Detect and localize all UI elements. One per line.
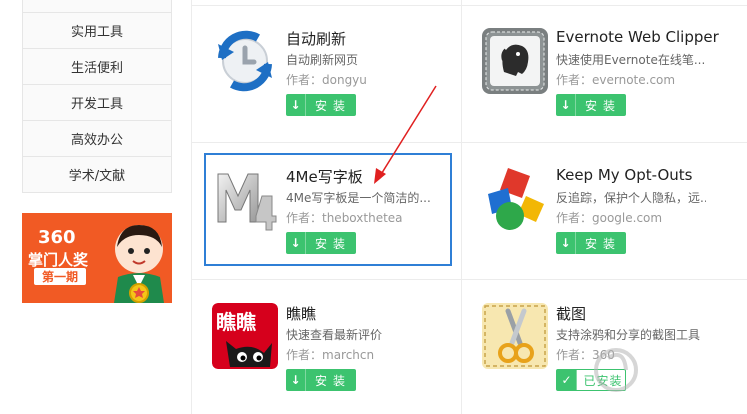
download-arrow-icon: ↓ [286,369,306,391]
extension-author: 作者：evernote.com [556,73,676,87]
banner-subtitle: 第一期 [34,268,87,285]
extension-description: 反追踪，保护个人隐私，远... [556,191,706,205]
grid-divider [191,5,747,6]
extension-description: 自动刷新网页 [286,53,359,67]
svg-text:瞧瞧: 瞧瞧 [216,310,256,334]
sidebar-item-office[interactable]: 高效办公 [22,121,172,157]
sidebar-item-academic[interactable]: 学术/文献 [22,157,172,193]
download-arrow-icon: ↓ [556,232,576,254]
banner-title: 掌门人奖 [28,251,89,269]
install-button[interactable]: ↓ 安装 [556,232,626,254]
extension-card[interactable]: Evernote Web Clipper 快速使用Evernote在线笔... … [474,28,724,148]
banner-number: 360 [38,227,76,248]
sidebar-top-item[interactable] [22,0,172,13]
install-button[interactable]: ↓ 安装 [556,94,626,116]
extension-card[interactable]: 截图 支持涂鸦和分享的截图工具 作者：360 ✓ 已安装 [474,303,724,414]
clock-refresh-icon [212,28,278,94]
check-icon: ✓ [557,370,577,390]
install-button[interactable]: ↓ 安装 [286,94,356,116]
download-arrow-icon: ↓ [286,94,306,116]
sidebar-item-dev-tools[interactable]: 开发工具 [22,85,172,121]
extension-name[interactable]: 自动刷新 [286,28,346,49]
extension-card[interactable]: 瞧瞧 瞧瞧 快速查看最新评价 作者：marchcn ↓ 安装 [204,303,454,414]
sidebar-item-lifestyle[interactable]: 生活便利 [22,49,172,85]
extension-description: 支持涂鸦和分享的截图工具 [556,328,701,342]
scissors-icon [482,303,548,369]
annotation-arrow [374,85,437,184]
extension-name[interactable]: Keep My Opt-Outs [556,166,692,184]
evernote-elephant-icon [482,28,548,94]
extension-name[interactable]: 瞧瞧 [286,303,316,324]
google-shapes-icon [482,166,548,232]
install-button[interactable]: ↓ 安装 [286,369,356,391]
extension-author: 作者：dongyu [286,73,367,87]
promo-banner[interactable]: 360 掌门人奖 第一期 [22,213,172,303]
installed-button[interactable]: ✓ 已安装 [556,369,626,391]
extension-author: 作者：360 [556,348,615,362]
tmall-cat-icon: 瞧瞧 [212,303,278,369]
download-arrow-icon: ↓ [556,94,576,116]
extension-card[interactable]: Keep My Opt-Outs 反追踪，保护个人隐私，远... 作者：goog… [474,166,724,286]
extension-author: 作者：marchcn [286,348,375,362]
extension-name[interactable]: Evernote Web Clipper [556,28,719,46]
extension-name[interactable]: 截图 [556,303,586,324]
extension-description: 快速查看最新评价 [286,328,383,342]
extension-description: 快速使用Evernote在线笔... [556,53,706,67]
grid-divider-vertical [461,0,462,414]
category-sidebar: 实用工具 生活便利 开发工具 高效办公 学术/文献 [22,0,172,193]
mascot-illustration [114,225,164,303]
extension-author: 作者：google.com [556,211,663,225]
sidebar-item-utilities[interactable]: 实用工具 [22,13,172,49]
